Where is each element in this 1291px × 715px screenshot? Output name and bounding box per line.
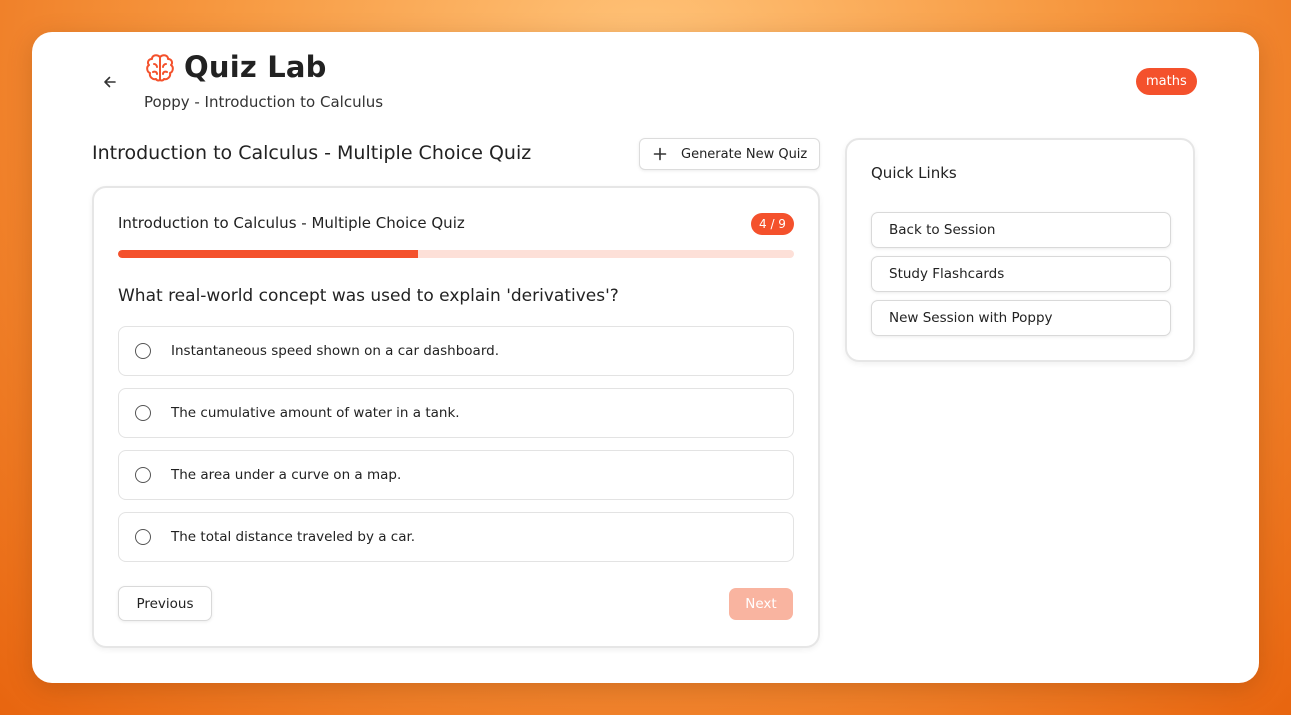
- quiz-heading: Introduction to Calculus - Multiple Choi…: [92, 142, 532, 164]
- generate-new-quiz-button[interactable]: Generate New Quiz: [639, 138, 820, 170]
- app-window: Quiz Lab Poppy - Introduction to Calculu…: [32, 32, 1259, 683]
- new-session-link[interactable]: New Session with Poppy: [871, 300, 1171, 336]
- answer-option-text: The area under a curve on a map.: [171, 467, 402, 483]
- radio-button[interactable]: [135, 529, 151, 545]
- answer-option-text: The cumulative amount of water in a tank…: [171, 405, 460, 421]
- previous-button[interactable]: Previous: [118, 586, 212, 621]
- answer-option[interactable]: The area under a curve on a map.: [118, 450, 794, 500]
- quick-links-title: Quick Links: [871, 164, 957, 182]
- back-to-session-link[interactable]: Back to Session: [871, 212, 1171, 248]
- generate-new-quiz-label: Generate New Quiz: [681, 146, 808, 162]
- arrow-left-icon: [104, 76, 116, 88]
- answer-option-text: Instantaneous speed shown on a car dashb…: [171, 343, 499, 359]
- radio-button[interactable]: [135, 343, 151, 359]
- app-title: Quiz Lab: [184, 50, 327, 84]
- plus-icon: [653, 147, 667, 161]
- study-flashcards-link[interactable]: Study Flashcards: [871, 256, 1171, 292]
- radio-button[interactable]: [135, 467, 151, 483]
- answer-option[interactable]: The total distance traveled by a car.: [118, 512, 794, 562]
- answer-option-text: The total distance traveled by a car.: [171, 529, 416, 545]
- progress-badge: 4 / 9: [751, 213, 794, 235]
- app-subtitle: Poppy - Introduction to Calculus: [144, 93, 384, 111]
- progress-bar-fill: [118, 250, 419, 258]
- next-button[interactable]: Next: [729, 588, 793, 620]
- answer-option[interactable]: Instantaneous speed shown on a car dashb…: [118, 326, 794, 376]
- quiz-card: Introduction to Calculus - Multiple Choi…: [92, 186, 820, 648]
- progress-bar: [118, 250, 794, 258]
- quiz-card-title: Introduction to Calculus - Multiple Choi…: [118, 214, 465, 232]
- subject-badge: maths: [1136, 68, 1197, 95]
- answer-option[interactable]: The cumulative amount of water in a tank…: [118, 388, 794, 438]
- back-button[interactable]: [100, 72, 120, 92]
- quick-links-panel: Quick Links Back to Session Study Flashc…: [845, 138, 1195, 362]
- radio-button[interactable]: [135, 405, 151, 421]
- brain-icon: [146, 54, 174, 82]
- question-text: What real-world concept was used to expl…: [118, 286, 619, 306]
